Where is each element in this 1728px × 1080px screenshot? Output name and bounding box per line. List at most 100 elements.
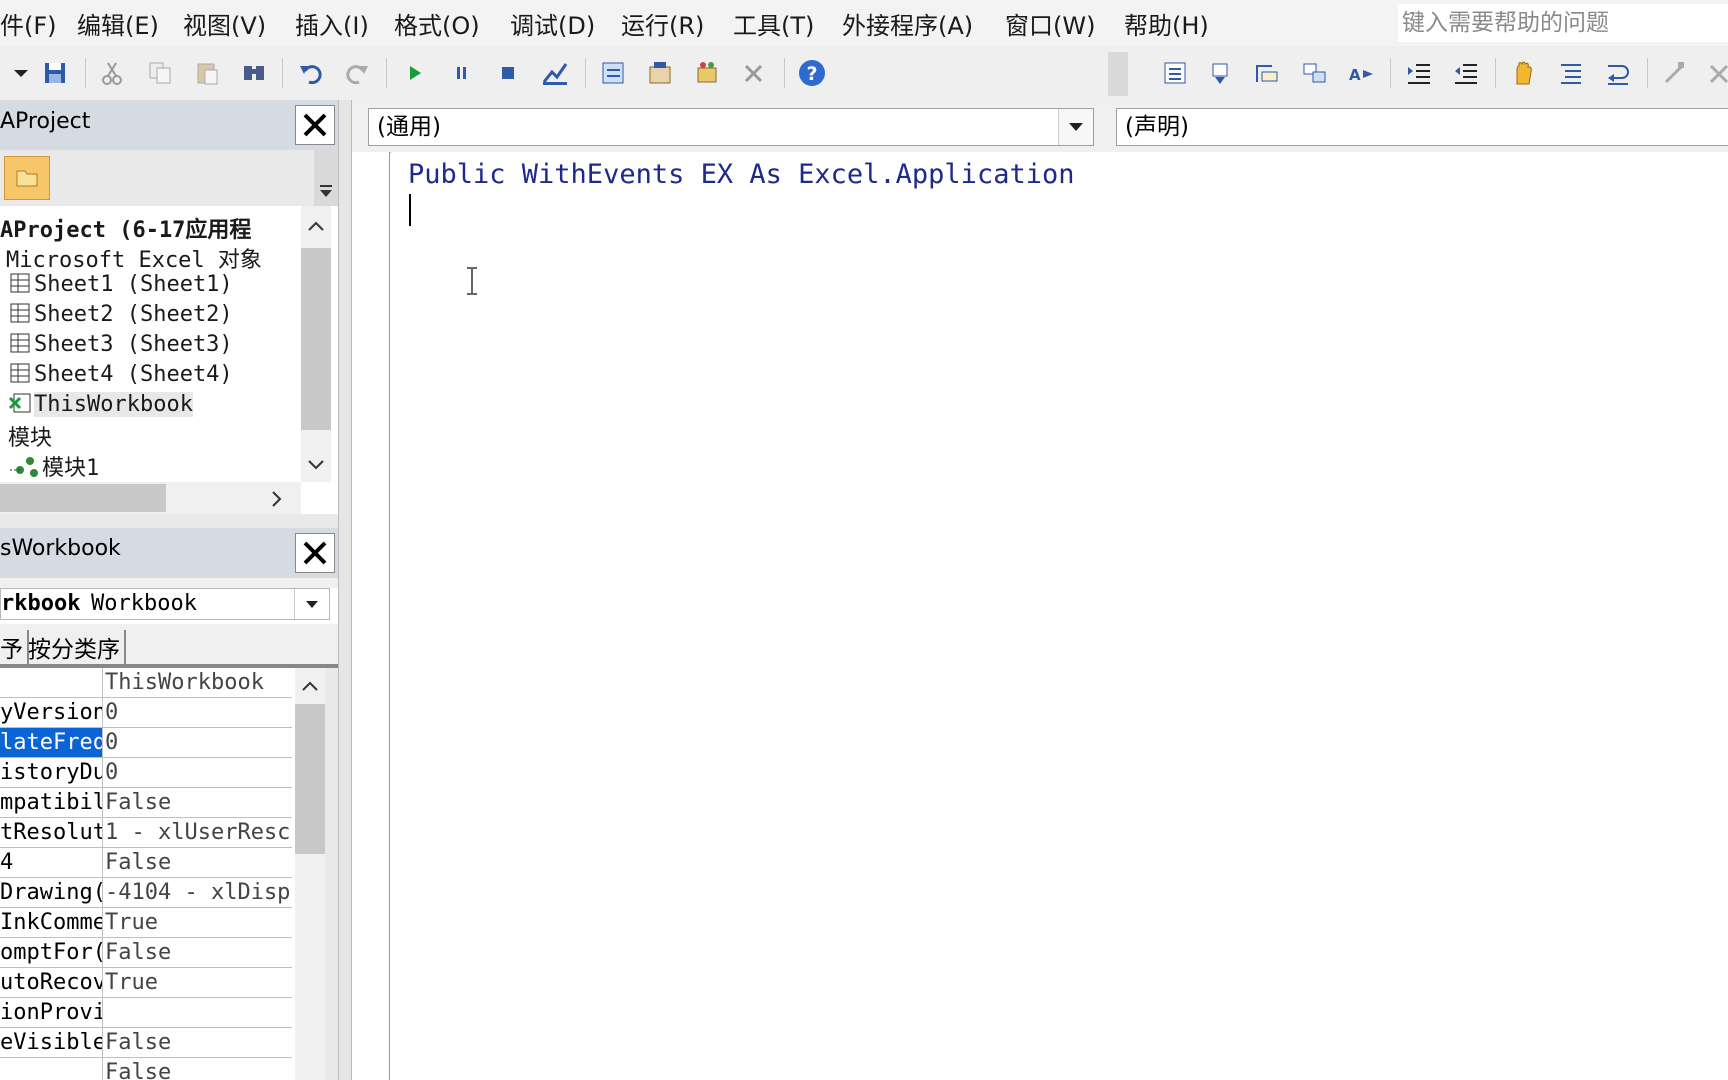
help-search-input[interactable]: 键入需要帮助的问题 — [1398, 4, 1728, 42]
toggle-breakpoint-icon[interactable] — [1508, 58, 1538, 88]
property-row[interactable]: ionProvi — [0, 998, 292, 1028]
window-splitter[interactable] — [338, 100, 352, 1080]
dropdown-arrow-icon[interactable] — [294, 589, 329, 619]
property-row[interactable]: omptFor(False — [0, 938, 292, 968]
dropdown-arrow-icon[interactable] — [6, 58, 36, 88]
property-value[interactable]: False — [105, 788, 291, 817]
code-line-1[interactable]: Public WithEvents EX As Excel.Applicatio… — [408, 159, 1074, 190]
scrollbar-thumb[interactable] — [295, 704, 325, 854]
property-row[interactable]: istoryDu 0 — [0, 758, 292, 788]
property-row[interactable]: mpatibil False — [0, 788, 292, 818]
menu-file[interactable]: 件(F) — [0, 6, 57, 41]
toolbar-grip[interactable] — [1108, 52, 1128, 96]
toolbox-icon[interactable] — [739, 58, 769, 88]
tree-item-excel-objects[interactable]: Microsoft Excel 对象 — [6, 242, 262, 274]
save-icon[interactable] — [40, 58, 70, 88]
tree-item-sheet2[interactable]: Sheet2 (Sheet2) — [8, 302, 233, 327]
next-bookmark-icon[interactable] — [1705, 58, 1728, 88]
chevron-up-icon[interactable] — [306, 220, 326, 232]
parameter-info-icon[interactable] — [1300, 58, 1330, 88]
tree-item-module1[interactable]: 模块1 — [8, 450, 99, 482]
toolbar-overflow-icon[interactable] — [314, 150, 338, 206]
menu-view[interactable]: 视图(V) — [183, 6, 266, 41]
run-icon[interactable] — [400, 58, 430, 88]
property-row[interactable]: Drawing(-4104 - xlDisp — [0, 878, 292, 908]
property-value[interactable]: True — [105, 908, 291, 937]
property-row[interactable]: 4 False — [0, 848, 292, 878]
design-mode-icon[interactable] — [540, 58, 570, 88]
menu-edit[interactable]: 编辑(E) — [77, 6, 159, 41]
chevron-down-icon[interactable] — [306, 458, 326, 470]
property-value[interactable]: False — [105, 1028, 291, 1057]
menu-run[interactable]: 运行(R) — [621, 6, 704, 41]
tree-item-thisworkbook[interactable]: ThisWorkbook — [8, 392, 193, 417]
object-browser-icon[interactable] — [692, 58, 722, 88]
menu-format[interactable]: 格式(O) — [394, 6, 480, 41]
chevron-up-icon[interactable] — [300, 680, 320, 692]
property-row[interactable]: yVersion 0 — [0, 698, 292, 728]
menu-debug[interactable]: 调试(D) — [510, 6, 595, 41]
list-properties-icon[interactable] — [1160, 58, 1190, 88]
project-tree-hscroll[interactable] — [0, 482, 301, 514]
list-constants-icon[interactable] — [1205, 58, 1235, 88]
procedure-combo[interactable]: (声明) — [1116, 108, 1728, 146]
pause-icon[interactable] — [447, 58, 477, 88]
project-panel-close-button[interactable] — [295, 105, 335, 145]
tab-categorized[interactable]: 按分类序 — [28, 630, 126, 664]
property-value[interactable]: -4104 - xlDisp — [105, 878, 291, 907]
property-row[interactable]: False — [0, 1058, 292, 1080]
toggle-bookmark-icon[interactable] — [1660, 58, 1690, 88]
tree-item-sheet1[interactable]: Sheet1 (Sheet1) — [8, 272, 233, 297]
redo-icon[interactable] — [342, 58, 372, 88]
quick-info-icon[interactable] — [1252, 58, 1282, 88]
find-icon[interactable] — [239, 58, 269, 88]
tree-item-sheet4[interactable]: Sheet4 (Sheet4) — [8, 362, 233, 387]
tree-item-modules[interactable]: 模块 — [8, 420, 52, 452]
comment-block-icon[interactable] — [1555, 58, 1585, 88]
undo-icon[interactable] — [296, 58, 326, 88]
uncomment-block-icon[interactable] — [1602, 58, 1632, 88]
project-tree-vscroll[interactable] — [301, 206, 331, 482]
panel-divider[interactable] — [0, 514, 338, 528]
property-value[interactable]: False — [105, 848, 291, 877]
toggle-folders-button[interactable] — [4, 156, 50, 200]
project-explorer-icon[interactable] — [598, 58, 628, 88]
property-value[interactable]: 1 - xlUserResc — [105, 818, 291, 847]
outdent-icon[interactable] — [1451, 58, 1481, 88]
property-value[interactable] — [105, 998, 291, 1027]
property-value[interactable]: 0 — [105, 728, 291, 757]
indent-icon[interactable] — [1404, 58, 1434, 88]
tab-alphabetic[interactable]: 予 — [0, 630, 29, 664]
scrollbar-thumb[interactable] — [301, 248, 331, 430]
properties-object-select[interactable]: rkbook Workbook — [0, 588, 330, 620]
properties-panel-close-button[interactable] — [295, 533, 335, 573]
dropdown-arrow-icon[interactable] — [1058, 109, 1093, 145]
scrollbar-thumb[interactable] — [0, 484, 166, 512]
menu-window[interactable]: 窗口(W) — [1005, 6, 1095, 41]
menu-tools[interactable]: 工具(T) — [733, 6, 814, 41]
code-margin-indicator-bar[interactable] — [352, 152, 390, 1080]
menu-help[interactable]: 帮助(H) — [1124, 6, 1209, 41]
property-value[interactable]: False — [105, 1058, 291, 1080]
property-value[interactable]: True — [105, 968, 291, 997]
cut-icon[interactable] — [97, 58, 127, 88]
property-row[interactable]: tResolut 1 - xlUserResc — [0, 818, 292, 848]
help-icon[interactable]: ? — [797, 58, 827, 88]
stop-icon[interactable] — [493, 58, 523, 88]
properties-vscroll[interactable] — [295, 668, 325, 1080]
property-value[interactable]: False — [105, 938, 291, 967]
tree-item-project[interactable]: AProject (6-17应用程 — [0, 212, 251, 244]
menu-addins[interactable]: 外接程序(A) — [842, 6, 973, 41]
paste-icon[interactable] — [192, 58, 222, 88]
property-value[interactable]: 0 — [105, 698, 291, 727]
property-row[interactable]: lateFrequ0 — [0, 728, 292, 758]
complete-word-icon[interactable]: A — [1346, 58, 1376, 88]
property-row[interactable]: InkComme True — [0, 908, 292, 938]
code-editor[interactable]: Public WithEvents EX As Excel.Applicatio… — [391, 152, 1728, 1080]
object-combo[interactable]: (通用) — [368, 108, 1094, 146]
property-row[interactable]: ThisWorkbook — [0, 668, 292, 698]
properties-window-icon[interactable] — [645, 58, 675, 88]
property-value[interactable]: ThisWorkbook — [105, 668, 291, 697]
property-value[interactable]: 0 — [105, 758, 291, 787]
chevron-right-icon[interactable] — [270, 490, 282, 508]
